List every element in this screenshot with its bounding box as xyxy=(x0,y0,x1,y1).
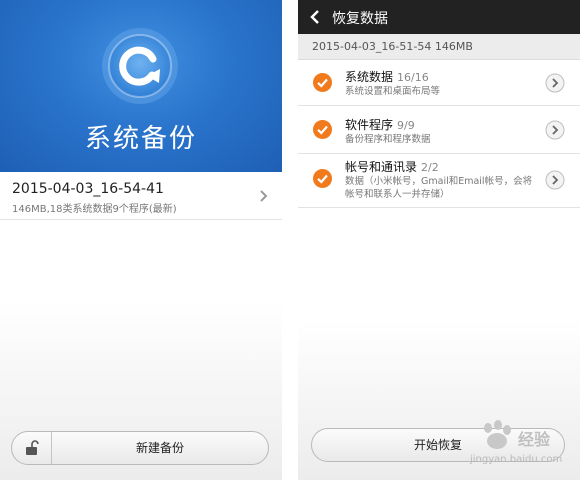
hero-title: 系统备份 xyxy=(84,124,197,154)
backup-detail: 146MB,18类系统数据9个程序(最新) xyxy=(12,204,177,215)
checkmark-icon[interactable] xyxy=(313,169,332,188)
restore-item-title: 帐号和通讯录 2/2 xyxy=(345,160,439,174)
restore-item-system-data[interactable]: 系统数据 16/16 系统设置和桌面布局等 xyxy=(298,60,580,106)
restore-item-desc: 备份程序和程序数据 xyxy=(345,134,431,145)
hero-banner: 系统备份 xyxy=(0,0,282,172)
restore-item-desc: 数据（小米帐号，Gmail和Email帐号，会将帐号和联系人一并存储） xyxy=(345,176,533,200)
backup-list-item[interactable]: 2015-04-03_16-54-41 146MB,18类系统数据9个程序(最新… xyxy=(0,172,282,220)
backup-name: 2015-04-03_16-54-41 xyxy=(12,181,164,197)
bottom-action-bar: 新建备份 xyxy=(11,431,269,465)
title-bar: 恢复数据 xyxy=(298,0,580,34)
page-title: 恢复数据 xyxy=(332,11,388,27)
restore-item-desc: 系统设置和桌面布局等 xyxy=(345,86,441,97)
checkmark-icon[interactable] xyxy=(313,73,332,92)
circle-chevron-icon[interactable] xyxy=(545,170,565,190)
checkmark-icon[interactable] xyxy=(313,120,332,139)
circle-chevron-icon[interactable] xyxy=(545,120,565,140)
unlock-button[interactable] xyxy=(12,432,52,464)
restore-logo-icon xyxy=(102,28,178,104)
backup-screen: 系统备份 2015-04-03_16-54-41 146MB,18类系统数据9个… xyxy=(0,0,282,480)
restore-item-title: 系统数据 16/16 xyxy=(345,70,429,84)
watermark-url: jingyan.baidu.com xyxy=(470,454,563,465)
back-arrow-icon[interactable] xyxy=(310,10,320,24)
watermark-brand: 经验 xyxy=(518,430,551,449)
restore-item-accounts[interactable]: 帐号和通讯录 2/2 数据（小米帐号，Gmail和Email帐号，会将帐号和联系人… xyxy=(298,154,580,208)
chevron-right-icon xyxy=(260,190,268,202)
baidu-paw-icon xyxy=(484,420,511,449)
restore-screen: 恢复数据 2015-04-03_16-51-54 146MB 系统数据 16/16… xyxy=(298,0,580,480)
unlock-icon xyxy=(26,440,39,455)
restore-item-apps[interactable]: 软件程序 9/9 备份程序和程序数据 xyxy=(298,106,580,154)
screen-divider xyxy=(282,0,298,480)
backup-info-text: 2015-04-03_16-51-54 146MB xyxy=(312,40,473,53)
circle-chevron-icon[interactable] xyxy=(545,73,565,93)
baidu-watermark: 经验 jingyan.baidu.com xyxy=(470,412,580,480)
restore-item-title: 软件程序 9/9 xyxy=(345,118,415,132)
new-backup-button[interactable]: 新建备份 xyxy=(52,432,268,464)
backup-info-header: 2015-04-03_16-51-54 146MB xyxy=(298,34,580,60)
